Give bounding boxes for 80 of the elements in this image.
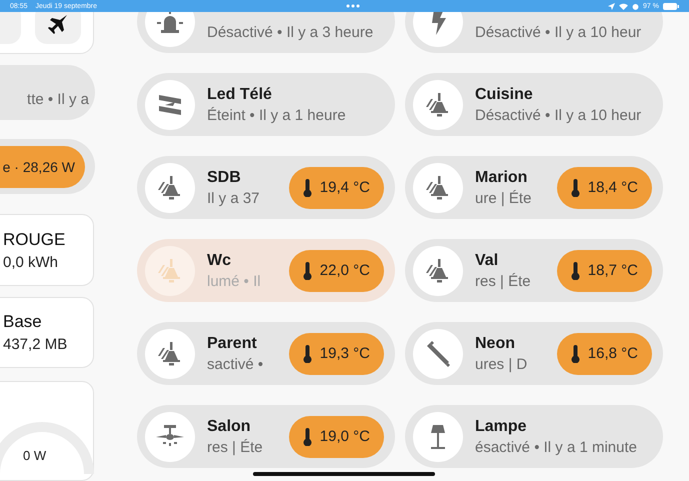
sensor-card[interactable]: Base 437,2 MB: [0, 297, 94, 368]
entity-tile[interactable]: Désactivé • Il y a 3 heure: [137, 12, 395, 53]
tile-subtitle: Désactivé • Il y a 3 heure: [207, 24, 374, 40]
power-chip[interactable]: e · 28,26 W: [0, 146, 85, 188]
icon-circle[interactable]: [145, 328, 195, 378]
entity-tile[interactable]: e · 28,26 W: [0, 139, 95, 194]
icon-circle[interactable]: [413, 80, 463, 130]
more-dots-icon[interactable]: [346, 4, 360, 8]
thermometer-icon: [570, 178, 580, 196]
thermometer-icon: [570, 262, 580, 280]
airplane-icon: [48, 14, 68, 34]
tile-subtitle: res | Éte: [207, 438, 263, 456]
tile-subtitle: res | Éte: [475, 272, 531, 290]
battery-icon: [662, 2, 679, 10]
location-icon: [608, 2, 616, 10]
icon-circle[interactable]: [413, 328, 463, 378]
floor-lamp-icon: [428, 424, 448, 450]
entity-tile[interactable]: Désactivé • Il y a 10 heur: [405, 12, 663, 53]
wifi-icon: [619, 2, 628, 10]
temperature-chip[interactable]: 22,0 °C: [288, 250, 384, 292]
tile-title: Cuisine: [475, 86, 533, 104]
airplane-button[interactable]: [35, 12, 81, 44]
icon-circle[interactable]: [413, 246, 463, 296]
tile-subtitle: sactivé •: [207, 356, 264, 372]
temperature-chip[interactable]: 19,4 °C: [288, 166, 384, 208]
icon-circle[interactable]: [145, 412, 195, 462]
card-title: ROUGE: [3, 230, 66, 250]
gauge-card[interactable]: 0 W: [0, 381, 94, 481]
entity-tile[interactable]: Salon res | Éte 19,0 °C: [137, 405, 395, 468]
gauge-value: 0 W: [23, 448, 46, 464]
entity-tile[interactable]: Led Télé Éteint • Il y a 1 heure: [137, 73, 395, 136]
tile-subtitle: lumé • Il: [207, 272, 261, 290]
entity-tile[interactable]: Neon ures | D 16,8 °C: [405, 322, 663, 385]
temperature-chip[interactable]: 19,3 °C: [288, 332, 384, 374]
tube-light-icon: [425, 340, 451, 366]
thermometer-icon: [302, 428, 312, 446]
tile-subtitle: Il y a 37: [207, 190, 260, 206]
tile-subtitle: tte • Il y a: [27, 91, 89, 108]
entity-tile[interactable]: Val res | Éte 18,7 °C: [405, 239, 663, 302]
tile-subtitle: ure | Éte: [475, 190, 532, 206]
icon-circle[interactable]: [413, 412, 463, 462]
tile-title: Salon: [207, 418, 251, 436]
tile-title: Marion: [475, 168, 528, 186]
entity-tile[interactable]: Marion ure | Éte 18,4 °C: [405, 156, 663, 219]
thermometer-icon: [570, 344, 580, 362]
tile-title: Parent: [207, 334, 257, 352]
temperature-chip[interactable]: 18,7 °C: [556, 250, 652, 292]
tile-subtitle: Désactivé • Il y a 10 heur: [475, 24, 642, 40]
tile-subtitle: ésactivé • Il y a 1 minute: [475, 438, 637, 456]
entity-tile[interactable]: Lampe ésactivé • Il y a 1 minute: [405, 405, 663, 468]
entity-tile[interactable]: Wc lumé • Il 22,0 °C: [137, 239, 395, 302]
icon-circle[interactable]: [145, 162, 195, 212]
icon-circle[interactable]: [413, 162, 463, 212]
card-value: 0,0 kWh: [3, 254, 58, 271]
siren-icon: [157, 12, 183, 34]
icon-circle[interactable]: [145, 80, 195, 130]
lightning-icon: [430, 12, 446, 34]
entity-tile[interactable]: SDB Il y a 37 19,4 °C: [137, 156, 395, 219]
tile-subtitle: Désactivé • Il y a 10 heur: [475, 106, 642, 124]
tile-title: Val: [475, 252, 498, 270]
tile-title: Wc: [207, 252, 231, 270]
tile-subtitle: Éteint • Il y a 1 heure: [207, 106, 346, 124]
card-title: Base: [3, 312, 42, 332]
entity-tile[interactable]: Cuisine Désactivé • Il y a 10 heur: [405, 73, 663, 136]
tile-title: Led Télé: [207, 86, 272, 104]
thermometer-icon: [302, 344, 312, 362]
temperature-chip[interactable]: 16,8 °C: [556, 332, 652, 374]
tile-title: SDB: [207, 168, 241, 186]
entity-tile[interactable]: Parent sactivé • 19,3 °C: [137, 322, 395, 385]
entity-tile[interactable]: tte • Il y a: [0, 65, 95, 120]
tile-title: Neon: [475, 334, 515, 352]
tile-title: Lampe: [475, 418, 527, 436]
sensor-card[interactable]: ROUGE 0,0 kWh: [0, 214, 94, 286]
tile-subtitle: ures | D: [475, 356, 528, 372]
temperature-chip[interactable]: 18,4 °C: [556, 166, 652, 208]
temperature-chip[interactable]: 19,0 °C: [288, 416, 384, 458]
thermometer-icon: [302, 178, 312, 196]
card-value: 437,2 MB: [3, 336, 68, 354]
led-strip-icon: [157, 92, 183, 116]
thermometer-icon: [302, 262, 312, 280]
